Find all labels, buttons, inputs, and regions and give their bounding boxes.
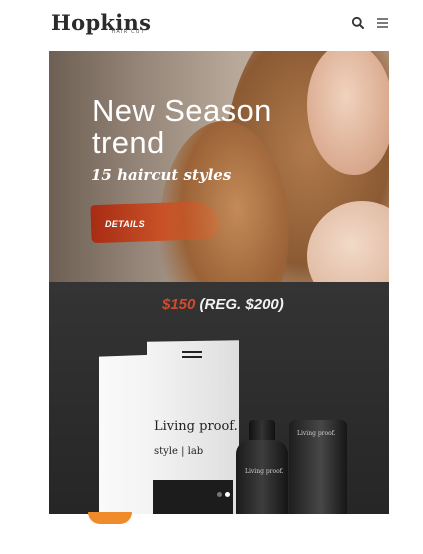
hamburger-menu-icon [377, 18, 388, 28]
slide-title: New Season trend [92, 93, 272, 160]
regular-price: (REG. $200) [199, 296, 284, 313]
logo-tagline: HAIR CUT [111, 29, 145, 35]
details-button-label: DETAILS [105, 219, 145, 229]
site-header: Hopkins HAIR CUT [0, 0, 423, 50]
bottle-spray-label: Living proof. [245, 468, 284, 475]
search-button[interactable] [350, 15, 366, 31]
menu-button[interactable] [374, 15, 390, 31]
hero-slider[interactable]: New Season trend 15 haircut styles DETAI… [49, 51, 389, 514]
pagination-dot[interactable] [217, 492, 222, 497]
slide-subtitle: 15 haircut styles [91, 166, 232, 184]
search-icon [351, 16, 364, 29]
cut-off-heading [144, 282, 224, 284]
bottle-tube-label: Living proof. [297, 430, 336, 437]
pagination-dot-active[interactable] [225, 492, 230, 497]
orange-blob-decoration [88, 512, 132, 524]
box-brand-name: Living proof. [154, 419, 238, 434]
product-bottle-spray [236, 440, 288, 514]
slider-pagination [209, 490, 233, 498]
details-button[interactable]: DETAILS [91, 203, 219, 241]
box-product-line: style | lab [154, 446, 204, 457]
slide-product-promo: $150 (REG. $200) Living proof. style | l… [49, 282, 389, 514]
box-brand-mark [182, 351, 202, 358]
sale-price: $150 [162, 296, 196, 313]
slide-new-season: New Season trend 15 haircut styles DETAI… [49, 51, 389, 282]
promo-price: $150 (REG. $200) [162, 296, 284, 313]
logo[interactable]: Hopkins HAIR CUT [51, 10, 151, 40]
